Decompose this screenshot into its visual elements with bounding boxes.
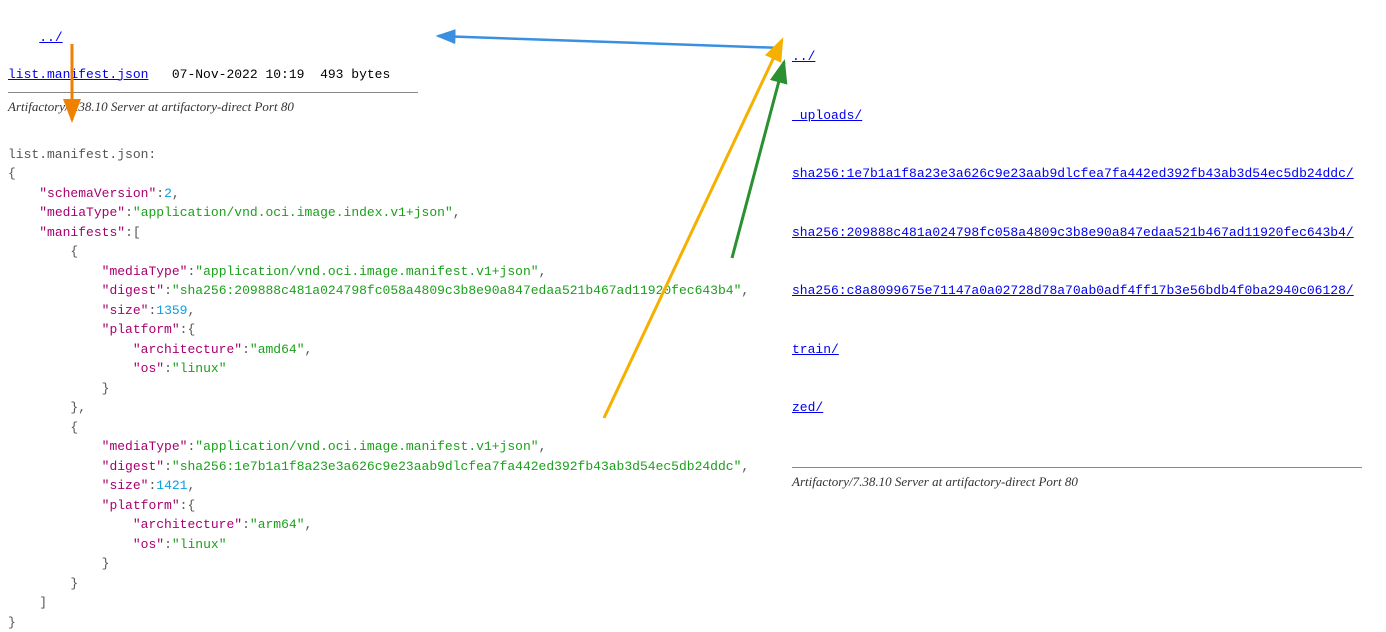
link-sha256-1[interactable]: sha256:1e7b1a1f8a23e3a626c9e23aab9dlcfea… <box>792 166 1354 181</box>
json-content-block: list.manifest.json: { "schemaVersion":2,… <box>8 145 808 632</box>
file-link-list-manifest[interactable]: list.manifest.json <box>8 67 148 82</box>
link-sha256-3[interactable]: sha256:c8a8099675e71147a0a02728d78a70ab0… <box>792 283 1354 298</box>
link-train[interactable]: train/ <box>792 342 839 357</box>
link-zed[interactable]: zed/ <box>792 400 823 415</box>
file-row: list.manifest.json 07-Nov-2022 10:19 493… <box>8 67 808 82</box>
file-date: 07-Nov-2022 10:19 <box>172 67 305 82</box>
link-uploads[interactable]: _uploads/ <box>792 108 862 123</box>
divider-right <box>792 467 1362 468</box>
right-directory-panel: ../ _uploads/ sha256:1e7b1a1f8a23e3a626c… <box>792 8 1372 490</box>
server-footer-right: Artifactory/7.38.10 Server at artifactor… <box>792 474 1372 490</box>
json-filename-label: list.manifest.json: <box>8 147 156 162</box>
link-sha256-2[interactable]: sha256:209888c481a024798fc058a4809c3b8e9… <box>792 225 1354 240</box>
parent-dir-link-right[interactable]: ../ <box>792 49 815 64</box>
file-spacer <box>148 67 171 82</box>
parent-dir-link[interactable]: ../ <box>39 30 62 45</box>
divider <box>8 92 418 93</box>
file-spacer2 <box>304 67 320 82</box>
left-directory-panel: ../ list.manifest.json 07-Nov-2022 10:19… <box>8 8 808 632</box>
file-size: 493 bytes <box>320 67 390 82</box>
server-footer-left: Artifactory/7.38.10 Server at artifactor… <box>8 99 808 115</box>
